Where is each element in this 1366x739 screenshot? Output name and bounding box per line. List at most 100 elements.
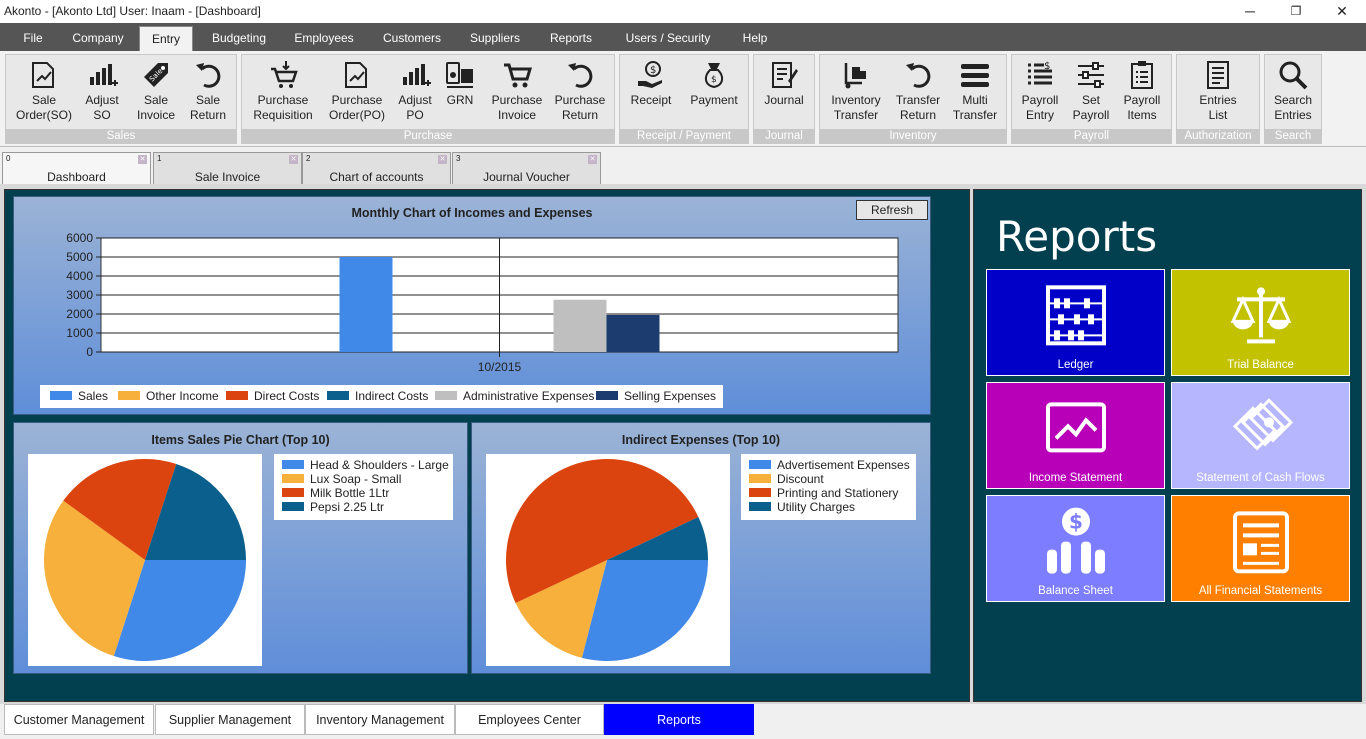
window-title: Akonto - [Akonto Ltd] User: Inaam - [Das… <box>4 4 261 18</box>
sale-return-button[interactable]: Sale Return <box>183 57 233 129</box>
journal-label: Journal <box>764 93 804 107</box>
purchase-requisition-button[interactable]: Purchase Requisition <box>244 57 322 129</box>
search-entries-label: Search <box>1273 93 1313 107</box>
tab-close-icon[interactable]: ✕ <box>289 155 298 164</box>
multi-transfer-label: Multi <box>962 93 988 107</box>
legend-item-indirect-costs: Indirect Costs <box>327 389 428 403</box>
ribbon-group-search: Search Entries Search <box>1264 54 1322 144</box>
tab-close-icon[interactable]: ✕ <box>138 155 147 164</box>
scales-icon <box>1230 286 1291 343</box>
main-area: Monthly Chart of Incomes and Expenses Re… <box>0 184 1366 704</box>
doc-tab-sale-invoice[interactable]: 1 ✕ Sale Invoice <box>153 152 302 184</box>
bottom-tab-supplier-management[interactable]: Supplier Management <box>155 704 305 735</box>
tile-label: Income Statement <box>1028 472 1123 484</box>
bar-sales <box>339 257 393 352</box>
set-payroll-label: Set <box>1081 93 1100 107</box>
search-entries-button[interactable]: Search Entries <box>1267 57 1319 129</box>
bottom-tab-reports[interactable]: Reports <box>604 704 754 735</box>
menu-help[interactable]: Help <box>733 23 777 51</box>
grn-icon <box>446 62 473 88</box>
line-chart-icon <box>1045 401 1106 452</box>
search-icon <box>1279 61 1308 90</box>
close-button[interactable]: ✕ <box>1319 0 1365 23</box>
adjust-so-button[interactable]: Adjust SO <box>80 57 124 129</box>
report-tile-ledger[interactable]: Ledger <box>986 269 1165 376</box>
set-payroll-button[interactable]: Set Payroll <box>1066 57 1116 129</box>
payroll-entry-label: Payroll <box>1021 93 1059 107</box>
bottom-tab-inventory-management[interactable]: Inventory Management <box>305 704 455 735</box>
purchase-invoice-button[interactable]: Purchase Invoice <box>488 57 546 129</box>
indirect-expenses-pie-legend: Advertisement Expenses Discount Printing… <box>741 454 916 520</box>
minimize-button[interactable]: ─ <box>1227 0 1273 23</box>
menu-users-security[interactable]: Users / Security <box>612 23 724 51</box>
payroll-group-label: Payroll <box>1012 129 1171 143</box>
legend-item-selling-expenses: Selling Expenses <box>596 389 716 403</box>
adjust-po-button[interactable]: Adjust PO <box>392 57 438 129</box>
maximize-button[interactable]: ❐ <box>1273 0 1319 23</box>
multi-transfer-button[interactable]: Multi Transfer <box>946 57 1004 129</box>
transfer-return-button[interactable]: Transfer Return <box>890 57 946 129</box>
grn-button[interactable]: GRN <box>439 57 481 129</box>
bottom-tab-customer-management[interactable]: Customer Management <box>4 704 154 735</box>
indirect-expenses-pie-chart <box>506 459 708 661</box>
tab-close-icon[interactable]: ✕ <box>438 155 447 164</box>
items-sales-pie-title: Items Sales Pie Chart (Top 10) <box>151 433 330 447</box>
sale-order-icon <box>32 62 54 88</box>
indirect-expenses-pie-area <box>486 454 730 666</box>
report-tile-income-statement[interactable]: Income Statement <box>986 382 1165 489</box>
payment-button[interactable]: $ Payment <box>684 57 744 129</box>
svg-text:$: $ <box>1044 61 1050 72</box>
tab-close-icon[interactable]: ✕ <box>588 155 597 164</box>
payroll-items-button[interactable]: Payroll Items <box>1116 57 1168 129</box>
purchase-return-button[interactable]: Purchase Return <box>550 57 610 129</box>
legend-item-utility-charges: Utility Charges <box>749 500 855 514</box>
adjust-so-label: Adjust <box>85 93 119 107</box>
menu-company[interactable]: Company <box>62 23 134 51</box>
menu-entry[interactable]: Entry <box>139 26 193 51</box>
receipt-button[interactable]: $ Receipt <box>622 57 680 129</box>
report-tile-trial-balance[interactable]: Trial Balance <box>1171 269 1350 376</box>
payroll-items-sublabel: Items <box>1127 108 1157 122</box>
payroll-entry-button[interactable]: $ Payroll Entry <box>1014 57 1066 129</box>
menu-file[interactable]: File <box>14 23 52 51</box>
cash-icon <box>1232 397 1293 450</box>
sale-order-button[interactable]: Sale Order(SO) <box>8 57 80 129</box>
document-icon <box>1232 510 1289 573</box>
report-tile-statement-of-cash-flows[interactable]: Statement of Cash Flows <box>1171 382 1350 489</box>
search-entries-sublabel: Entries <box>1274 108 1312 122</box>
report-tile-balance-sheet[interactable]: $ Balance Sheet <box>986 495 1165 602</box>
sale-invoice-button[interactable]: Sale Sale Invoice <box>131 57 181 129</box>
legend-item-printing-stationery: Printing and Stationery <box>749 486 898 500</box>
tab-number: 0 <box>6 154 11 163</box>
purchase-order-button[interactable]: Purchase Order(PO) <box>324 57 390 129</box>
menu-employees[interactable]: Employees <box>285 23 363 51</box>
menu-reports[interactable]: Reports <box>540 23 602 51</box>
menu-suppliers[interactable]: Suppliers <box>460 23 530 51</box>
menu-customers[interactable]: Customers <box>373 23 451 51</box>
doc-tab-chart-of-accounts[interactable]: 2 ✕ Chart of accounts <box>302 152 451 184</box>
adjust-so-icon <box>90 64 118 86</box>
y-tick-label: 1000 <box>66 326 93 340</box>
inventory-transfer-button[interactable]: Inventory Transfer <box>822 57 890 129</box>
ribbon-group-receipt-payment: $ Receipt $ Payment Receipt / Payment <box>619 54 749 144</box>
journal-button[interactable]: Journal <box>756 57 812 129</box>
legend-item-administrative-expenses: Administrative Expenses <box>435 389 594 403</box>
doc-tab-dashboard[interactable]: 0 ✕ Dashboard <box>2 152 151 184</box>
bottom-tab-employees-center[interactable]: Employees Center <box>455 704 604 735</box>
abacus-icon <box>1045 284 1106 345</box>
y-tick-label: 3000 <box>66 288 93 302</box>
adjust-po-sublabel: PO <box>406 108 424 122</box>
report-tile-all-financial-statements[interactable]: All Financial Statements <box>1171 495 1350 602</box>
entries-list-button[interactable]: Entries List <box>1179 57 1257 129</box>
menu-budgeting[interactable]: Budgeting <box>202 23 276 51</box>
purchase-invoice-label: Purchase <box>491 93 543 107</box>
inventory-transfer-sublabel: Transfer <box>833 108 879 122</box>
tab-number: 2 <box>306 154 311 163</box>
y-tick-label: 2000 <box>66 307 93 321</box>
sale-order-label: Sale <box>31 93 57 107</box>
y-tick-label: 5000 <box>66 250 93 264</box>
y-tick-label: 0 <box>86 345 93 359</box>
authorization-group-label: Authorization <box>1177 129 1259 143</box>
purchase-return-sublabel: Return <box>561 108 599 122</box>
doc-tab-journal-voucher[interactable]: 3 ✕ Journal Voucher <box>452 152 601 184</box>
